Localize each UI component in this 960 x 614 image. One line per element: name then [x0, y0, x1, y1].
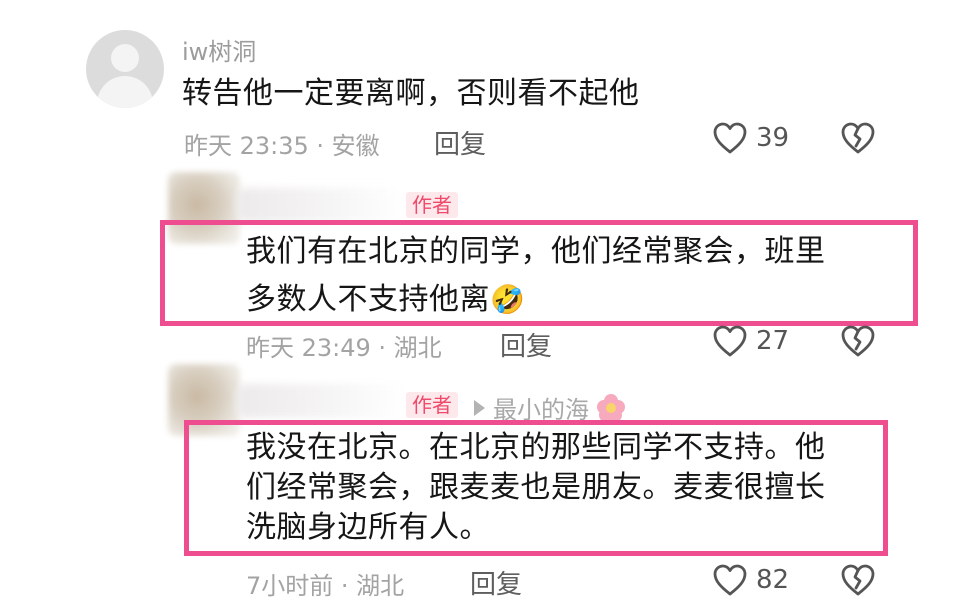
like-count: 39	[756, 123, 790, 153]
comment-text-line: 我们有在北京的同学，他们经常聚会，班里	[246, 234, 826, 269]
comment-text-line: 们经常聚会，跟麦麦也是朋友。麦麦很擅长	[246, 470, 826, 505]
like-button[interactable]: 82	[712, 563, 789, 597]
comment-username[interactable]	[236, 384, 406, 418]
reply-button[interactable]: 回复	[470, 564, 522, 601]
like-button[interactable]: 27	[712, 324, 789, 358]
comment-text-line: 洗脑身边所有人。	[246, 510, 490, 545]
like-button[interactable]: 39	[712, 121, 789, 155]
comment-text: 我没在北京。在北京的那些同学不支持。他 们经常聚会，跟麦麦也是朋友。麦麦很擅长 …	[246, 428, 826, 548]
author-badge: 作者	[406, 192, 458, 218]
avatar-body-shape	[97, 76, 153, 108]
avatar[interactable]	[86, 30, 164, 108]
comment-username[interactable]	[236, 188, 406, 222]
like-count: 82	[756, 565, 790, 595]
avatar-head-shape	[111, 44, 139, 72]
comment-meta: 7小时前 · 湖北	[246, 572, 405, 600]
broken-heart-icon	[840, 563, 876, 597]
comment-text: 我们有在北京的同学，他们经常聚会，班里 多数人不支持他离🤣	[246, 228, 826, 324]
heart-outline-icon	[712, 121, 748, 155]
comment-text-fragment: 多数人不支持他离	[246, 282, 490, 317]
laughing-emoji: 🤣	[490, 283, 526, 316]
comment-meta: 昨天 23:49 · 湖北	[246, 334, 442, 362]
comment-text-line: 我没在北京。在北京的那些同学不支持。他	[246, 430, 826, 465]
heart-outline-icon	[712, 563, 748, 597]
comment-text: 转告他一定要离啊，否则看不起他	[182, 76, 640, 111]
like-count: 27	[756, 326, 790, 356]
heart-outline-icon	[712, 324, 748, 358]
broken-heart-icon	[840, 324, 876, 358]
reply-button[interactable]: 回复	[434, 124, 486, 161]
reply-button[interactable]: 回复	[500, 326, 552, 363]
comment-meta: 昨天 23:35 · 安徽	[184, 132, 380, 160]
comment-text-line: 多数人不支持他离🤣	[246, 276, 826, 324]
flower-icon	[597, 393, 625, 422]
play-triangle-icon	[474, 399, 485, 416]
dislike-button[interactable]	[840, 324, 876, 358]
comment-username[interactable]: iw树洞	[182, 32, 256, 67]
dislike-button[interactable]	[840, 563, 876, 597]
dislike-button[interactable]	[840, 121, 876, 155]
broken-heart-icon	[840, 121, 876, 155]
author-badge: 作者	[406, 392, 458, 418]
